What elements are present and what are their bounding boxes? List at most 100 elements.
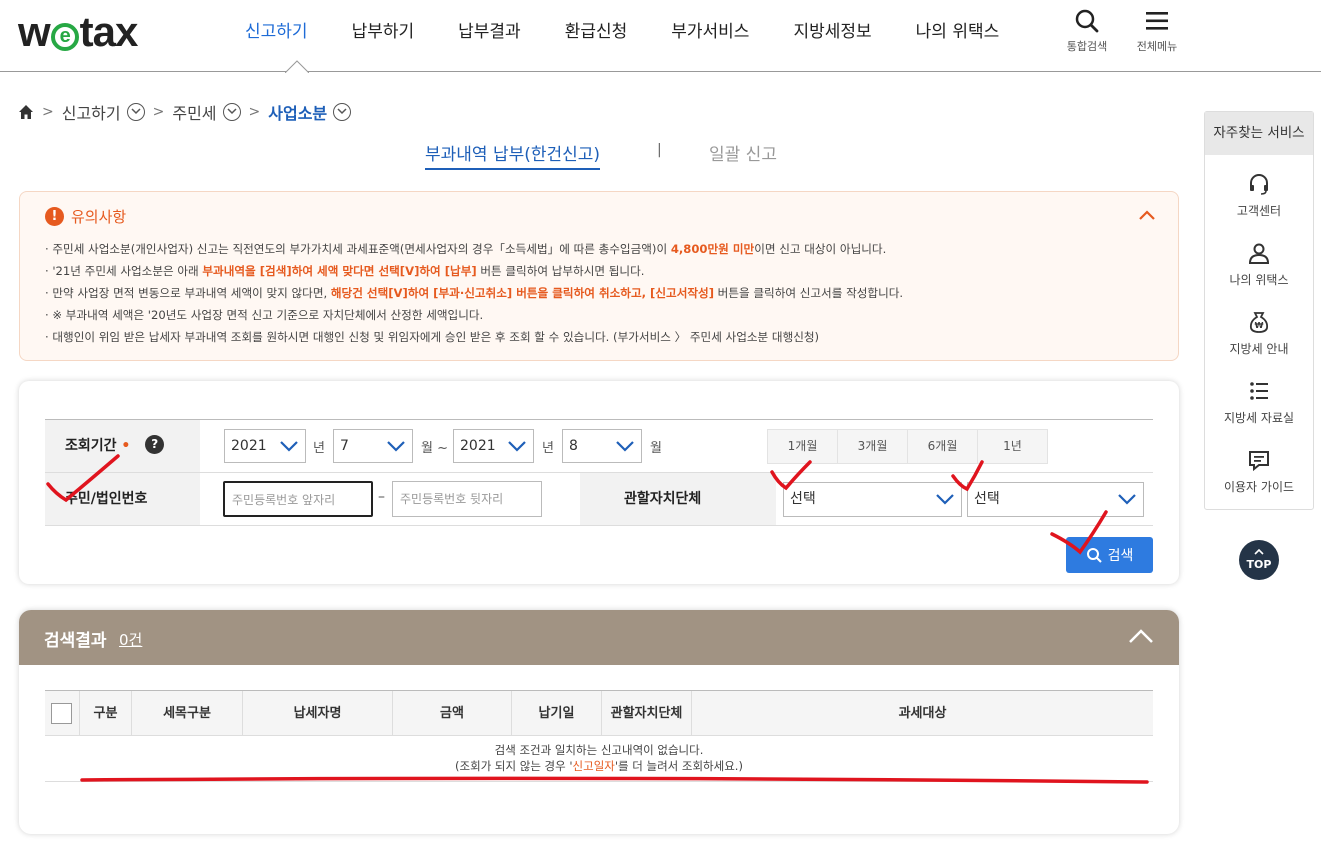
quick-menu: 자주찾는 서비스 고객센터 나의 위택스 ₩ 지방세 안내 지방세 자료실 이용… <box>1204 111 1314 510</box>
notice-panel: ! 유의사항 · 주민세 사업소분(개인사업자) 신고는 직전연도의 부가가치세… <box>19 191 1179 361</box>
period-1-year-button[interactable]: 1년 <box>977 429 1048 464</box>
headset-icon <box>1250 174 1268 195</box>
chevron-down-icon <box>280 441 298 452</box>
nav-item-my-wetax[interactable]: 나의 위택스 <box>916 17 1000 42</box>
id-dash: – <box>378 489 385 505</box>
list-icon <box>1250 382 1268 400</box>
money-bag-icon: ₩ <box>1249 312 1269 333</box>
id-front-input[interactable]: 주민등록번호 앞자리 <box>223 481 373 517</box>
column-header: 납기일 <box>512 691 602 736</box>
chat-icon <box>1249 451 1269 472</box>
hamburger-menu-icon <box>1146 12 1168 30</box>
active-nav-caret <box>285 60 309 73</box>
quick-item-local-tax-guide[interactable]: ₩ 지방세 안내 <box>1205 310 1313 357</box>
period-3-month-button[interactable]: 3개월 <box>837 429 908 464</box>
period-label: 조회기간 • ? <box>45 420 200 472</box>
results-header: 검색결과 0건 <box>19 610 1179 665</box>
menu-label: 전체메뉴 <box>1136 40 1178 53</box>
chevron-up-icon <box>1254 548 1264 555</box>
wetax-logo[interactable]: w e tax <box>18 8 139 56</box>
empty-message-line: (조회가 되지 않는 경우 '신고일자'를 더 늘려서 조회하세요.) <box>455 759 743 773</box>
tab-separator: | <box>657 142 662 158</box>
quick-item-label: 지방세 자료실 <box>1223 411 1295 425</box>
quick-item-my-wetax[interactable]: 나의 위택스 <box>1205 241 1313 288</box>
period-6-month-button[interactable]: 6개월 <box>907 429 978 464</box>
month-unit-tilde: 월 ~ <box>421 441 448 456</box>
breadcrumb-item-business-place[interactable]: 사업소분 <box>268 100 327 124</box>
column-header: 구분 <box>80 691 132 736</box>
end-month-select[interactable]: 8 <box>562 429 642 463</box>
nav-item-local-tax-info[interactable]: 지방세정보 <box>793 17 871 42</box>
nav-item-pay-result[interactable]: 납부결과 <box>458 17 521 42</box>
id-back-input[interactable]: 주민등록번호 뒷자리 <box>392 481 542 517</box>
nav-item-pay[interactable]: 납부하기 <box>352 17 415 42</box>
breadcrumb: > 신고하기 > 주민세 > 사업소분 <box>18 100 352 124</box>
period-1-month-button[interactable]: 1개월 <box>767 429 838 464</box>
chevron-down-icon[interactable] <box>222 103 241 121</box>
notice-line: · ※ 부과내역 세액은 '20년도 사업장 면적 신고 기준으로 자치단체에서… <box>45 308 484 322</box>
search-form-table: 조회기간 • ? 2021 년 7 월 ~ 2021 년 8 월 1개월 3개월… <box>45 419 1153 526</box>
notice-line: · '21년 주민세 사업소분은 아래 부과내역을 [검색]하여 세액 맞다면 … <box>45 264 645 278</box>
quick-menu-title: 자주찾는 서비스 <box>1205 112 1313 155</box>
start-year-select[interactable]: 2021 <box>224 429 306 463</box>
column-header: 납세자명 <box>243 691 393 736</box>
id-label: 주민/법인번호 <box>45 473 200 525</box>
search-label: 통합검색 <box>1066 40 1108 53</box>
alert-icon: ! <box>45 207 64 226</box>
home-icon[interactable] <box>18 104 34 120</box>
logo-e-mark: e <box>50 23 79 51</box>
nav-item-extra-service[interactable]: 부가서비스 <box>671 17 749 42</box>
chevron-down-icon[interactable] <box>126 103 145 121</box>
results-table-header: 구분 세목구분 납세자명 금액 납기일 관할자치단체 과세대상 <box>45 690 1153 736</box>
chevron-down-icon <box>936 494 954 505</box>
scroll-top-button[interactable]: TOP <box>1239 540 1279 580</box>
select-all-cell <box>45 691 80 736</box>
select-all-checkbox[interactable] <box>51 703 72 724</box>
breadcrumb-separator: > <box>152 104 165 120</box>
notice-line: · 대행인이 위임 받은 납세자 부과내역 조회를 원하시면 대행인 신청 및 … <box>45 330 820 344</box>
end-year-select[interactable]: 2021 <box>453 429 534 463</box>
logo-prefix: w <box>18 8 51 55</box>
region-province-select[interactable]: 선택 <box>783 482 962 517</box>
results-title: 검색결과 <box>44 631 107 651</box>
region-city-select[interactable]: 선택 <box>967 482 1144 517</box>
help-icon[interactable]: ? <box>145 434 165 454</box>
column-header: 관할자치단체 <box>602 691 692 736</box>
nav-item-file-report[interactable]: 신고하기 <box>245 17 308 42</box>
chevron-up-icon[interactable] <box>1138 209 1156 221</box>
tab-single-report[interactable]: 부과내역 납부(한건신고) <box>425 140 601 170</box>
logo-suffix: tax <box>79 8 139 55</box>
id-row: 주민/법인번호 주민등록번호 앞자리 – 주민등록번호 뒷자리 관할자치단체 선… <box>45 473 1153 526</box>
column-header: 세목구분 <box>132 691 243 736</box>
search-button-label: 검색 <box>1107 548 1134 564</box>
main-nav: 신고하기 납부하기 납부결과 환급신청 부가서비스 지방세정보 나의 위택스 <box>245 17 1043 42</box>
column-header: 과세대상 <box>898 706 947 721</box>
chevron-up-icon[interactable] <box>1128 627 1154 645</box>
start-month-select[interactable]: 7 <box>333 429 413 463</box>
unified-search-button[interactable]: 통합검색 <box>1057 8 1117 54</box>
year-unit: 년 <box>313 441 325 456</box>
search-form: 조회기간 • ? 2021 년 7 월 ~ 2021 년 8 월 1개월 3개월… <box>19 381 1179 584</box>
search-button[interactable]: 검색 <box>1066 537 1153 573</box>
breadcrumb-separator: > <box>42 104 54 120</box>
notice-lines: · 주민세 사업소분(개인사업자) 신고는 직전연도의 부가가치세 과세표준액(… <box>45 238 903 348</box>
breadcrumb-item-report[interactable]: 신고하기 <box>62 100 121 124</box>
chevron-down-icon <box>616 441 634 452</box>
chevron-down-icon <box>1118 494 1136 505</box>
quick-item-label: 나의 위택스 <box>1229 273 1289 287</box>
required-mark: • <box>121 438 131 454</box>
svg-text:₩: ₩ <box>1255 321 1264 330</box>
quick-item-tax-library[interactable]: 지방세 자료실 <box>1205 379 1313 426</box>
nav-item-refund[interactable]: 환급신청 <box>565 17 628 42</box>
column-header: 금액 <box>393 691 512 736</box>
period-row: 조회기간 • ? 2021 년 7 월 ~ 2021 년 8 월 1개월 3개월… <box>45 420 1153 473</box>
notice-title: ! 유의사항 <box>45 206 126 227</box>
chevron-down-icon[interactable] <box>333 103 352 121</box>
site-header: w e tax 신고하기 납부하기 납부결과 환급신청 부가서비스 지방세정보 나의… <box>0 0 1321 73</box>
chevron-down-icon <box>508 441 526 452</box>
tab-bulk-report[interactable]: 일괄 신고 <box>709 140 777 165</box>
quick-item-user-guide[interactable]: 이용자 가이드 <box>1205 448 1313 495</box>
quick-item-customer-center[interactable]: 고객센터 <box>1205 172 1313 219</box>
breadcrumb-item-resident-tax[interactable]: 주민세 <box>172 100 216 124</box>
all-menu-button[interactable]: 전체메뉴 <box>1127 8 1187 54</box>
